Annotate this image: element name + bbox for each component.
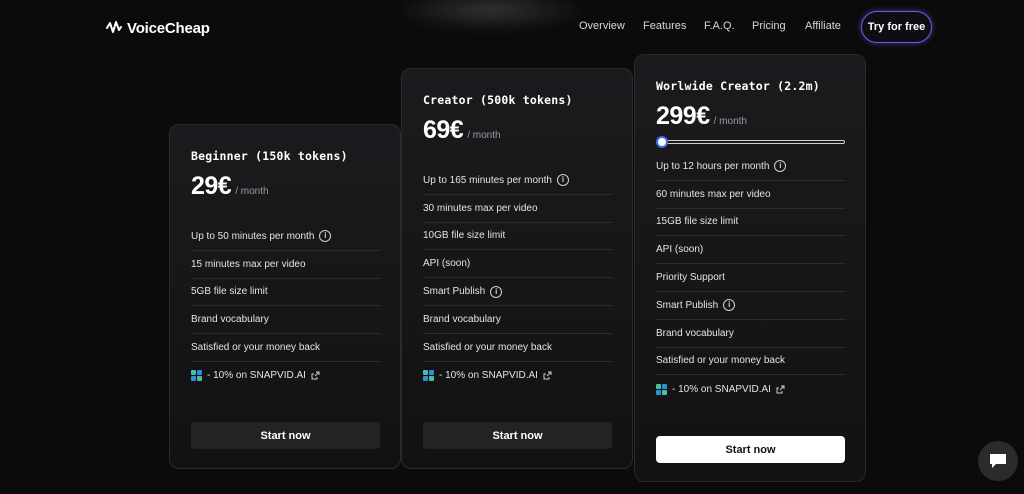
promo-text: - 10% on SNAPVID.AI xyxy=(207,370,306,382)
external-link-icon xyxy=(311,371,320,380)
feature-item: Satisfied or your money back xyxy=(423,334,613,362)
plan-price: 299€ xyxy=(656,102,710,130)
start-now-button[interactable]: Start now xyxy=(656,436,845,463)
header-glow xyxy=(390,0,590,30)
info-circle-icon[interactable]: i xyxy=(556,174,569,187)
feature-item: Satisfied or your money back xyxy=(656,348,846,376)
feature-text: Smart Publish xyxy=(423,286,486,298)
feature-text: Brand vocabulary xyxy=(191,314,269,326)
promo-text: - 10% on SNAPVID.AI xyxy=(672,383,771,395)
plan-price: 69€ xyxy=(423,116,464,144)
feature-text: Up to 165 minutes per month xyxy=(423,174,552,186)
feature-text: API (soon) xyxy=(423,258,471,270)
feature-item: Up to 12 hours per month i xyxy=(656,153,846,181)
slider-thumb[interactable] xyxy=(656,136,668,148)
start-now-button[interactable]: Start now xyxy=(423,422,612,449)
feature-text: Satisfied or your money back xyxy=(423,341,552,353)
plan-period: / month xyxy=(713,116,747,127)
feature-item: API (soon) xyxy=(656,236,846,265)
nav-link-affiliate[interactable]: Affiliate xyxy=(805,20,841,32)
snapvid-logo-icon xyxy=(423,369,434,381)
feature-text: 30 minutes max per video xyxy=(423,202,538,214)
feature-item: Up to 165 minutes per month i xyxy=(423,167,613,195)
plan-card-creator: Creator (500k tokens) 69€ / month Up to … xyxy=(401,68,633,469)
feature-item: Priority Support xyxy=(656,264,846,292)
plan-title: Creator (500k tokens) xyxy=(423,93,573,107)
feature-text: Satisfied or your money back xyxy=(191,342,320,354)
external-link-icon xyxy=(543,371,552,380)
promo-link[interactable]: - 10% on SNAPVID.AI xyxy=(191,362,381,390)
snapvid-logo-icon xyxy=(191,370,202,382)
feature-text: Brand vocabulary xyxy=(423,313,501,325)
feature-item: Smart Publish i xyxy=(423,278,613,306)
plan-price: 29€ xyxy=(191,172,232,200)
plan-period: / month xyxy=(235,186,269,197)
feature-text: Smart Publish xyxy=(656,299,719,311)
price-row: 29€ / month xyxy=(191,172,269,201)
feature-list: Up to 165 minutes per month i 30 minutes … xyxy=(423,167,613,389)
slider-track[interactable] xyxy=(656,140,845,144)
feature-text: 15GB file size limit xyxy=(656,216,739,228)
feature-item: API (soon) xyxy=(423,250,613,279)
token-slider[interactable] xyxy=(656,136,845,148)
try-for-free-button[interactable]: Try for free xyxy=(861,11,932,43)
price-row: 69€ / month xyxy=(423,116,501,145)
feature-item: Brand vocabulary xyxy=(656,320,846,348)
feature-text: Up to 50 minutes per month xyxy=(191,230,315,242)
feature-item: 10GB file size limit xyxy=(423,223,613,251)
feature-item: Brand vocabulary xyxy=(191,306,381,335)
feature-item: 60 minutes max per video xyxy=(656,181,846,209)
plan-title: Beginner (150k tokens) xyxy=(191,149,348,163)
info-circle-icon[interactable]: i xyxy=(774,160,787,173)
feature-list: Up to 50 minutes per month i 15 minutes m… xyxy=(191,223,381,390)
feature-item: 15 minutes max per video xyxy=(191,251,381,279)
brand-name: VoiceCheap xyxy=(127,19,210,37)
promo-link[interactable]: - 10% on SNAPVID.AI xyxy=(423,362,613,390)
info-circle-icon[interactable]: i xyxy=(319,230,332,243)
external-link-icon xyxy=(776,385,785,394)
nav-link-overview[interactable]: Overview xyxy=(579,20,625,32)
plan-period: / month xyxy=(467,130,501,141)
voicecheap-logo-icon xyxy=(106,21,122,33)
feature-text: Up to 12 hours per month xyxy=(656,160,770,172)
feature-text: Priority Support xyxy=(656,272,725,284)
plan-card-worldwide-creator: Worlwide Creator (2.2m) 299€ / month Up … xyxy=(634,54,866,482)
feature-item: 30 minutes max per video xyxy=(423,195,613,223)
nav-link-faq[interactable]: F.A.Q. xyxy=(704,20,735,32)
feature-item: Satisfied or your money back xyxy=(191,334,381,362)
feature-item: 15GB file size limit xyxy=(656,209,846,237)
chat-widget-button[interactable] xyxy=(978,441,1018,481)
start-now-button[interactable]: Start now xyxy=(191,422,380,449)
snapvid-logo-icon xyxy=(656,383,667,395)
nav-link-pricing[interactable]: Pricing xyxy=(752,20,786,32)
feature-item: Up to 50 minutes per month i xyxy=(191,223,381,251)
feature-text: 15 minutes max per video xyxy=(191,258,306,270)
chat-bubble-icon xyxy=(990,454,1006,468)
feature-item: 5GB file size limit xyxy=(191,279,381,307)
feature-text: 60 minutes max per video xyxy=(656,188,771,200)
feature-text: 5GB file size limit xyxy=(191,286,268,298)
feature-text: 10GB file size limit xyxy=(423,230,506,242)
feature-text: Satisfied or your money back xyxy=(656,355,785,367)
feature-list: Up to 12 hours per month i 60 minutes max… xyxy=(656,153,846,403)
promo-text: - 10% on SNAPVID.AI xyxy=(439,369,538,381)
info-circle-icon[interactable]: i xyxy=(723,299,736,312)
feature-item: Smart Publish i xyxy=(656,292,846,320)
info-circle-icon[interactable]: i xyxy=(490,285,503,298)
nav-link-features[interactable]: Features xyxy=(643,20,686,32)
brand-logo[interactable]: VoiceCheap xyxy=(105,19,210,37)
price-row: 299€ / month xyxy=(656,102,747,131)
plan-card-beginner: Beginner (150k tokens) 29€ / month Up to… xyxy=(169,124,401,469)
promo-link[interactable]: - 10% on SNAPVID.AI xyxy=(656,375,846,403)
feature-text: Brand vocabulary xyxy=(656,327,734,339)
plan-title: Worlwide Creator (2.2m) xyxy=(656,79,820,93)
feature-item: Brand vocabulary xyxy=(423,306,613,334)
feature-text: API (soon) xyxy=(656,244,704,256)
